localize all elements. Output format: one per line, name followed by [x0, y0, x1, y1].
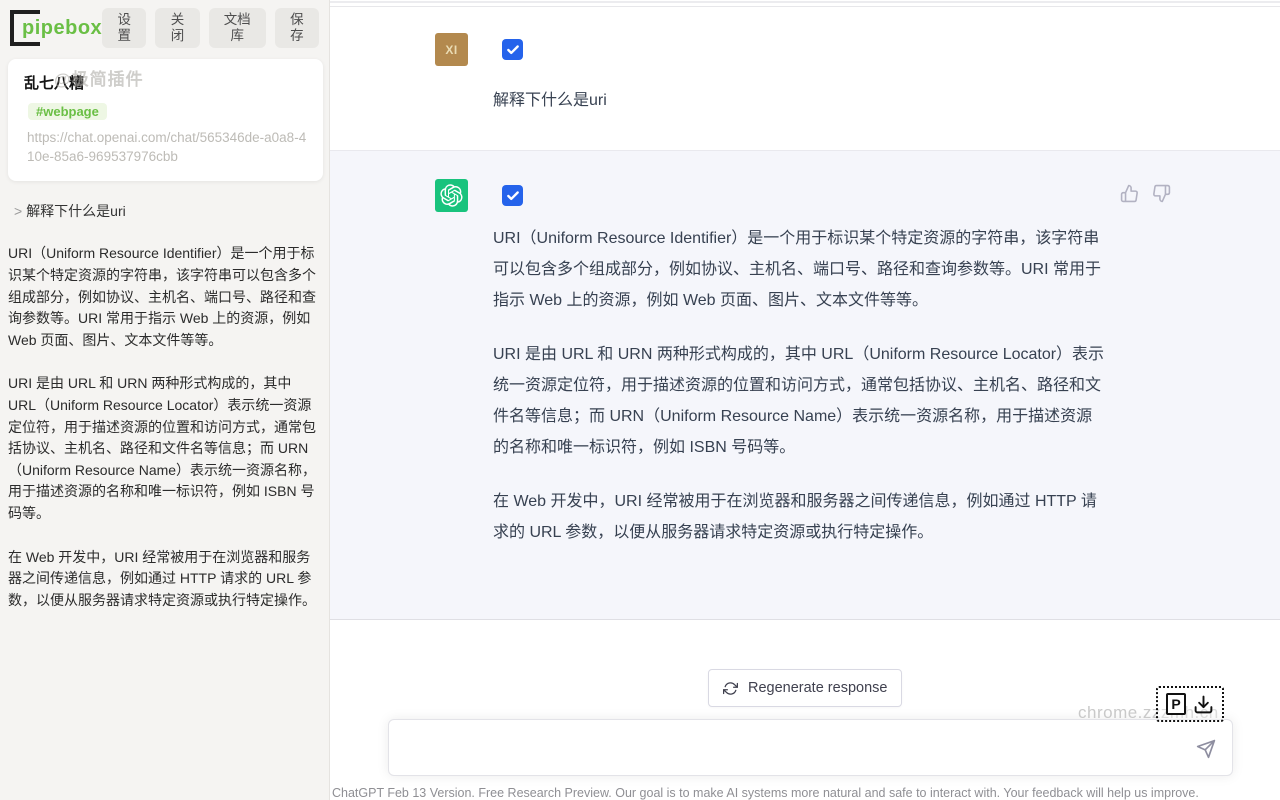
refresh-icon	[723, 681, 738, 696]
save-button[interactable]: 保存	[275, 8, 319, 48]
settings-button[interactable]: 设置	[102, 8, 146, 48]
chat-main: XI 解释下什么是uri URI（Uniform Resource Identi…	[330, 0, 1280, 800]
check-icon	[506, 189, 520, 203]
thumbs-up-icon	[1120, 184, 1139, 203]
regenerate-label: Regenerate response	[748, 680, 887, 696]
saved-answer-text: URI（Uniform Resource Identifier）是一个用于标识某…	[8, 243, 322, 611]
user-message-content: 解释下什么是uri	[493, 33, 1108, 150]
card-title: 乱七八糟	[24, 72, 307, 93]
select-message-checkbox[interactable]	[502, 39, 523, 60]
assistant-message-content: URI（Uniform Resource Identifier）是一个用于标识某…	[493, 179, 1108, 619]
pipebox-logo: pipebox	[10, 8, 102, 48]
saved-paragraph: URI（Uniform Resource Identifier）是一个用于标识某…	[8, 243, 322, 351]
sidebar-toolbar: 设置 关闭 文档库 保存	[102, 8, 319, 48]
pipebox-p-button[interactable]: P	[1166, 693, 1186, 715]
card-url: https://chat.openai.com/chat/565346de-a0…	[24, 128, 307, 166]
quoted-question: >解释下什么是uri	[14, 201, 321, 221]
doc-library-button[interactable]: 文档库	[209, 8, 266, 48]
prompt-input-container	[388, 719, 1233, 776]
assistant-paragraph: 在 Web 开发中，URI 经常被用于在浏览器和服务器之间传递信息，例如通过 H…	[493, 486, 1108, 548]
close-button[interactable]: 关闭	[155, 8, 199, 48]
assistant-paragraph: URI（Uniform Resource Identifier）是一个用于标识某…	[493, 223, 1108, 316]
webpage-tag: #webpage	[28, 103, 107, 120]
send-icon	[1196, 739, 1216, 759]
chatgpt-avatar	[435, 179, 468, 212]
assistant-message-text: URI（Uniform Resource Identifier）是一个用于标识某…	[493, 223, 1108, 548]
saved-paragraph: URI 是由 URL 和 URN 两种形式构成的，其中 URL（Uniform …	[8, 373, 322, 524]
top-divider	[330, 0, 1280, 8]
user-message-text: 解释下什么是uri	[493, 86, 1108, 110]
send-button[interactable]	[1194, 737, 1218, 761]
extension-sidebar: pipebox 设置 关闭 文档库 保存 乱七八糟 @极简插件 #webpage…	[0, 0, 330, 800]
select-message-checkbox[interactable]	[502, 185, 523, 206]
check-icon	[506, 43, 520, 57]
prompt-input[interactable]	[405, 730, 1182, 765]
download-button[interactable]	[1193, 694, 1214, 715]
extension-capture-toolbar: P	[1156, 686, 1224, 722]
thumbs-down-icon	[1152, 184, 1171, 203]
assistant-paragraph: URI 是由 URL 和 URN 两种形式构成的，其中 URL（Uniform …	[493, 339, 1108, 463]
openai-logo-icon	[440, 184, 463, 207]
regenerate-response-button[interactable]: Regenerate response	[708, 669, 902, 707]
feedback-buttons	[1120, 184, 1171, 203]
user-message-row: XI 解释下什么是uri	[330, 8, 1280, 150]
quote-text: 解释下什么是uri	[26, 203, 126, 219]
assistant-message-row: URI（Uniform Resource Identifier）是一个用于标识某…	[330, 150, 1280, 620]
sidebar-header: pipebox 设置 关闭 文档库 保存	[0, 0, 329, 52]
quote-mark: >	[14, 203, 22, 219]
thumbs-up-button[interactable]	[1120, 184, 1139, 203]
thumbs-down-button[interactable]	[1152, 184, 1171, 203]
pipebox-logo-text: pipebox	[22, 17, 102, 40]
saved-page-card[interactable]: 乱七八糟 @极简插件 #webpage https://chat.openai.…	[8, 59, 323, 181]
user-avatar: XI	[435, 33, 468, 66]
download-icon	[1193, 694, 1214, 715]
footer-disclaimer: ChatGPT Feb 13 Version. Free Research Pr…	[332, 786, 1199, 800]
saved-paragraph: 在 Web 开发中，URI 经常被用于在浏览器和服务器之间传递信息，例如通过 H…	[8, 547, 322, 612]
